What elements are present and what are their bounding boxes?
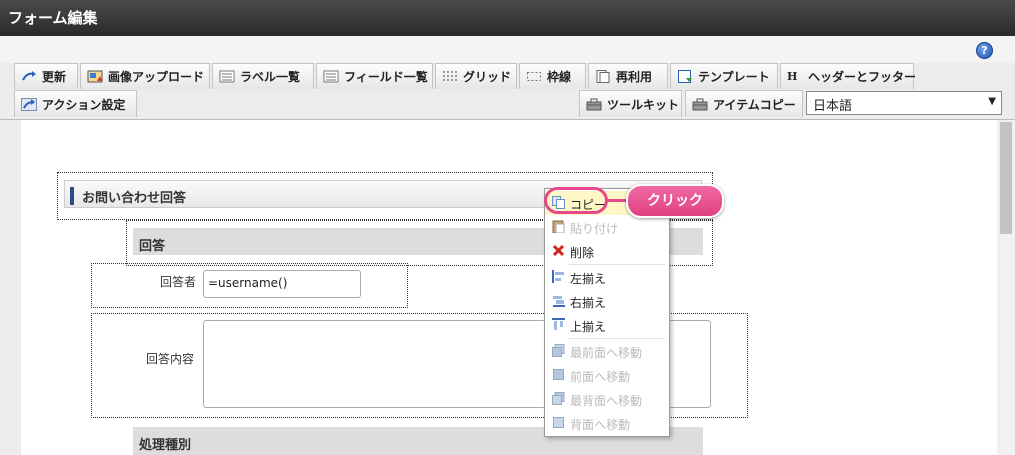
- content-label: 回答内容: [146, 352, 195, 366]
- click-callout: クリック: [626, 184, 724, 218]
- menu-item-bring-to-front[interactable]: 最前面へ移動: [545, 339, 667, 363]
- menu-item-align-left[interactable]: 左揃え: [545, 265, 667, 289]
- item-copy-icon: [692, 98, 708, 111]
- tab-label: 枠線: [547, 70, 572, 84]
- align-left-icon: [552, 270, 565, 283]
- tab-item-copy[interactable]: アイテムコピー: [685, 90, 803, 117]
- send-to-back-icon: [552, 392, 565, 405]
- bring-to-front-icon: [552, 344, 565, 357]
- tab-label: テンプレート: [698, 70, 770, 84]
- tab-label: フィールド一覧: [344, 70, 428, 84]
- language-select[interactable]: 日本語 ▼: [806, 91, 1002, 115]
- grid-icon: [442, 70, 458, 83]
- window-title: フォーム編集: [8, 9, 98, 27]
- heading-bar: [70, 187, 74, 205]
- align-right-icon: [552, 294, 565, 307]
- menu-item-align-top[interactable]: 上揃え: [545, 313, 667, 337]
- title-bar: フォーム編集: [0, 0, 1015, 36]
- template-icon: [677, 70, 693, 83]
- tab-header-footer[interactable]: H ヘッダーとフッター: [780, 63, 917, 89]
- border-icon: [526, 70, 542, 83]
- tab-action-settings[interactable]: アクション設定: [14, 90, 137, 117]
- tab-refresh[interactable]: 更新: [14, 63, 78, 89]
- menu-item-send-backward[interactable]: 背面へ移動: [545, 411, 667, 435]
- tab-border[interactable]: 枠線: [519, 63, 586, 89]
- toolbar: 更新 画像アップロード ラベル一覧 フィールド一覧 グリッド 枠線 再利用 テン…: [0, 63, 1015, 120]
- toolkit-icon: [586, 98, 602, 111]
- tab-label: アイテムコピー: [713, 97, 796, 112]
- field-list-icon: [323, 70, 339, 83]
- align-top-icon: [552, 318, 565, 331]
- tab-label: アクション設定: [42, 97, 126, 112]
- bring-forward-icon: [552, 368, 565, 381]
- tab-template[interactable]: テンプレート: [670, 63, 778, 89]
- menu-item-align-right[interactable]: 右揃え: [545, 289, 667, 313]
- label-list-icon: [219, 70, 235, 83]
- section-answer-text: 回答: [139, 239, 166, 254]
- tab-label: ツールキット: [607, 97, 680, 112]
- menu-item-paste[interactable]: 貼り付け: [545, 215, 667, 239]
- section-process-type-text: 処理種別: [139, 438, 192, 453]
- tab-field-list[interactable]: フィールド一覧: [316, 63, 433, 89]
- tab-label: 再利用: [616, 70, 653, 84]
- responder-input[interactable]: =username(): [203, 270, 361, 298]
- image-upload-icon: [87, 70, 103, 83]
- menu-item-delete[interactable]: 削除: [545, 239, 667, 263]
- vertical-scrollbar[interactable]: [997, 120, 1015, 455]
- send-backward-icon: [552, 416, 565, 429]
- paste-icon: [552, 220, 565, 234]
- tab-label: グリッド: [463, 70, 512, 84]
- menu-item-bring-forward[interactable]: 前面へ移動: [545, 363, 667, 387]
- copy-highlight-ring: [544, 187, 608, 214]
- tab-label: 画像アップロード: [108, 70, 205, 84]
- header-footer-icon: H: [787, 70, 798, 83]
- tab-grid[interactable]: グリッド: [435, 63, 517, 89]
- form-heading-text: お問い合わせ回答: [82, 191, 187, 206]
- tab-label: 更新: [42, 70, 67, 84]
- help-icon[interactable]: ?: [976, 42, 993, 59]
- tab-label: ラベル一覧: [240, 70, 301, 84]
- top-strip: [0, 36, 1015, 64]
- scrollbar-thumb[interactable]: [1000, 122, 1012, 234]
- tab-toolkit[interactable]: ツールキット: [579, 90, 682, 117]
- tab-image-upload[interactable]: 画像アップロード: [80, 63, 210, 89]
- delete-icon: [552, 244, 565, 257]
- tab-label: ヘッダーとフッター: [808, 70, 917, 84]
- tab-reuse[interactable]: 再利用: [588, 63, 668, 89]
- context-menu: コピー 貼り付け 削除 左揃え 右揃え 上揃え 最前面へ移動 前面へ移動 最背面…: [544, 188, 670, 437]
- chevron-down-icon: ▼: [988, 96, 996, 107]
- tab-label-list[interactable]: ラベル一覧: [212, 63, 314, 89]
- reuse-icon: [595, 70, 611, 83]
- language-value: 日本語: [813, 99, 853, 114]
- refresh-icon: [21, 70, 37, 83]
- responder-label: 回答者: [160, 275, 197, 289]
- action-icon: [21, 97, 37, 111]
- menu-item-send-to-back[interactable]: 最背面へ移動: [545, 387, 667, 411]
